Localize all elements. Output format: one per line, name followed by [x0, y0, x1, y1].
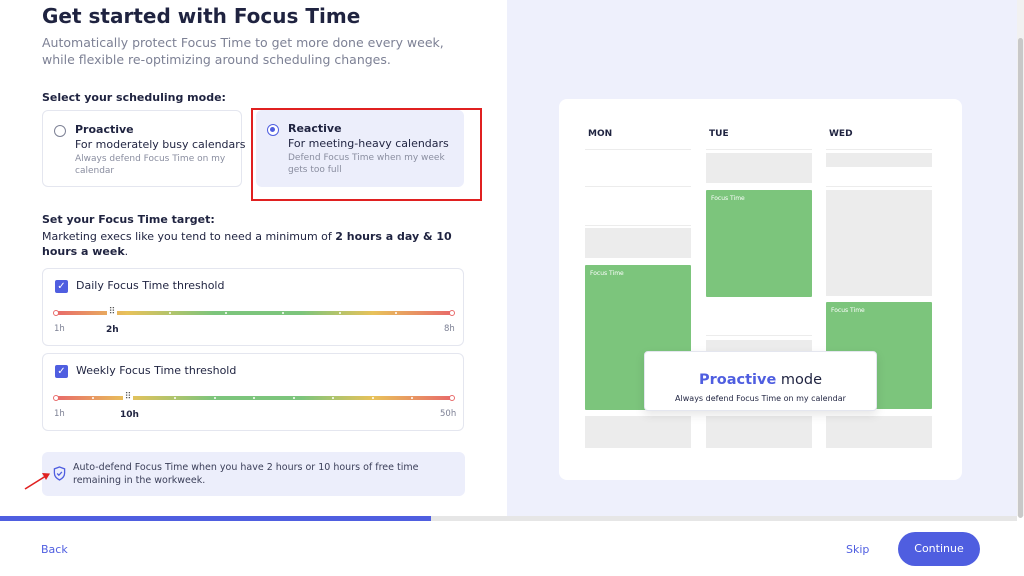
target-description: Marketing execs like you tend to need a …	[42, 229, 472, 259]
mode-preview-subtitle: Always defend Focus Time on my calendar	[675, 394, 846, 403]
weekly-threshold-card: ✓ Weekly Focus Time threshold ⠿ 1h 10h 5…	[42, 353, 464, 431]
weekly-threshold-label: Weekly Focus Time threshold	[76, 364, 237, 377]
slider-step-dot	[225, 312, 227, 314]
weekly-threshold-checkbox[interactable]: ✓	[55, 365, 68, 378]
day-header-mon: MON	[588, 129, 613, 139]
target-section-label: Set your Focus Time target:	[42, 213, 215, 226]
target-text-prefix: Marketing execs like you tend to need a …	[42, 230, 336, 243]
mode-preview-title: Proactive mode	[645, 372, 876, 388]
grid-line	[585, 225, 691, 226]
shield-check-icon	[53, 466, 66, 481]
scrollbar-thumb[interactable]	[1018, 38, 1023, 518]
busy-block	[706, 416, 812, 448]
mode-option-proactive[interactable]: Proactive For moderately busy calendars …	[42, 110, 246, 187]
page-subtitle: Automatically protect Focus Time to get …	[42, 35, 444, 67]
back-button[interactable]: Back	[41, 543, 68, 556]
slider-step-dot	[339, 312, 341, 314]
footer-bar: Back Skip Continue	[0, 521, 1024, 576]
slider-step-dot	[169, 312, 171, 314]
radio-proactive[interactable]	[54, 125, 66, 137]
slider-step-dot	[214, 397, 216, 399]
slider-start-cap	[53, 310, 59, 316]
mode-option-note: Always defend Focus Time on my calendar	[75, 154, 226, 176]
mode-section-label: Select your scheduling mode:	[42, 91, 226, 104]
mode-preview-rest: mode	[776, 372, 823, 388]
grid-line	[826, 186, 932, 187]
grid-line	[706, 335, 812, 336]
skip-button[interactable]: Skip	[846, 543, 869, 556]
daily-min-label: 1h	[54, 324, 65, 334]
grid-line	[706, 149, 812, 150]
daily-slider-handle[interactable]: ⠿	[107, 306, 117, 320]
focus-time-block: Focus Time	[706, 190, 812, 297]
grid-line	[826, 149, 932, 150]
slider-step-dot	[282, 312, 284, 314]
day-header-tue: TUE	[709, 129, 729, 139]
weekly-min-label: 1h	[54, 409, 65, 419]
slider-step-dot	[372, 397, 374, 399]
busy-block	[826, 416, 932, 448]
auto-defend-text: Auto-defend Focus Time when you have 2 h…	[73, 462, 419, 486]
slider-step-dot	[92, 397, 94, 399]
target-text-suffix: .	[124, 245, 129, 258]
busy-block	[585, 416, 691, 448]
mode-preview-card: Proactive mode Always defend Focus Time …	[644, 351, 877, 411]
weekly-slider-handle[interactable]: ⠿	[123, 391, 133, 405]
busy-block	[826, 153, 932, 167]
focus-time-label: Focus Time	[711, 195, 745, 202]
slider-step-dot	[293, 397, 295, 399]
slider-step-dot	[253, 397, 255, 399]
focus-time-label: Focus Time	[831, 307, 865, 314]
focus-time-label: Focus Time	[590, 270, 624, 277]
busy-block	[585, 228, 691, 258]
slider-start-cap	[53, 395, 59, 401]
slider-step-dot	[395, 312, 397, 314]
weekly-value-label: 10h	[120, 410, 139, 420]
daily-threshold-card: ✓ Daily Focus Time threshold ⠿ 1h 2h 8h	[42, 268, 464, 346]
continue-button[interactable]: Continue	[898, 532, 980, 566]
busy-block	[706, 153, 812, 183]
busy-block	[826, 190, 932, 296]
slider-end-cap	[449, 310, 455, 316]
mode-option-name: Proactive	[75, 123, 134, 136]
auto-defend-notice: Auto-defend Focus Time when you have 2 h…	[42, 452, 465, 496]
weekly-max-label: 50h	[440, 409, 457, 419]
page-title: Get started with Focus Time	[42, 4, 361, 28]
slider-step-dot	[174, 397, 176, 399]
daily-max-label: 8h	[444, 324, 455, 334]
daily-threshold-checkbox[interactable]: ✓	[55, 280, 68, 293]
slider-step-dot	[411, 397, 413, 399]
day-header-wed: WED	[829, 129, 853, 139]
daily-threshold-label: Daily Focus Time threshold	[76, 279, 225, 292]
slider-end-cap	[449, 395, 455, 401]
slider-step-dot	[332, 397, 334, 399]
grid-line	[585, 149, 691, 150]
mode-option-description: For moderately busy calendars	[75, 138, 246, 151]
daily-threshold-slider[interactable]: ⠿	[53, 306, 455, 320]
mode-preview-accent: Proactive	[698, 372, 777, 388]
annotation-arrow-icon	[24, 473, 50, 490]
grid-line	[585, 186, 691, 187]
annotation-highlight-box	[251, 108, 482, 201]
scrollbar[interactable]	[1017, 0, 1024, 518]
calendar-preview: MON TUE WED Focus Time Focus Time Focus …	[559, 99, 962, 480]
setup-panel: Get started with Focus Time Automaticall…	[0, 0, 507, 516]
daily-value-label: 2h	[106, 325, 119, 335]
weekly-threshold-slider[interactable]: ⠿	[53, 391, 455, 405]
